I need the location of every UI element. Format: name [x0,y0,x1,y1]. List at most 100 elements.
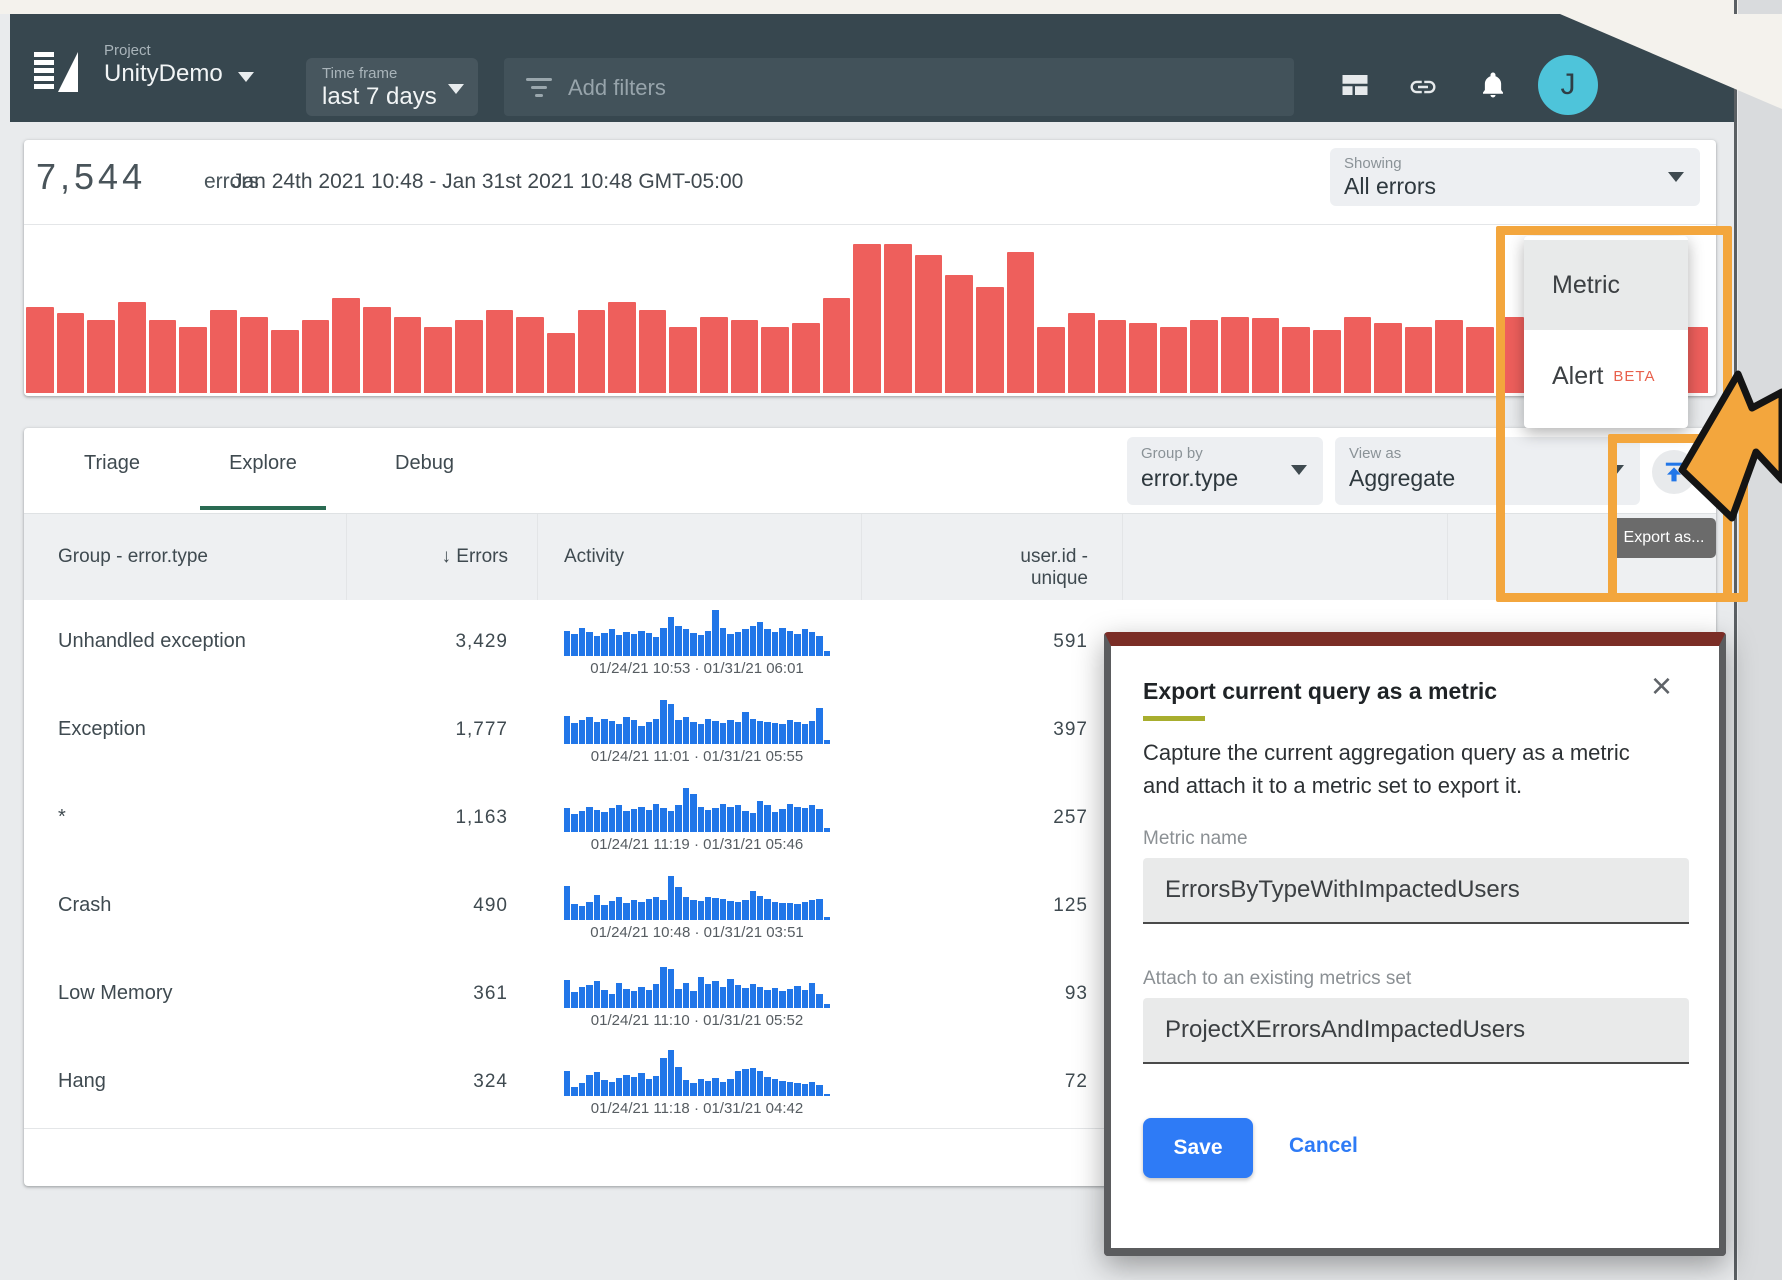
sparkline-bar [646,990,652,1008]
sparkline-bar [586,1075,592,1096]
sparkline-bar [824,828,830,832]
sparkline-bar [683,897,689,920]
sparkline-bar [802,629,808,656]
sparkline-bar [764,629,770,656]
sparkline-bar [594,895,600,920]
sparkline-bar [720,804,726,832]
cancel-button[interactable]: Cancel [1289,1134,1358,1158]
sparkline-bar [735,632,741,656]
menu-item-metric[interactable]: Metric [1524,240,1688,330]
col-header-users[interactable]: user.id - unique [964,546,1088,590]
col-header-errors[interactable]: ↓ Errors [384,546,508,568]
dashboard-icon[interactable] [1340,70,1370,100]
sparkline-bar [787,903,793,920]
sparkline-bar [720,628,726,656]
sparkline-bar [623,811,629,832]
sparkline-bar [660,900,666,920]
project-selector[interactable]: UnityDemo [104,60,223,88]
histogram-bar [700,317,728,393]
sparkline-bar [616,724,622,744]
sparkline-bar [609,1082,615,1096]
sparkline-bar [660,967,666,1008]
sparkline-bar [764,990,770,1008]
sparkline-bar [750,1068,756,1096]
sparkline-bar [683,629,689,656]
view-as-selector[interactable]: View as Aggregate [1335,437,1640,505]
showing-label: Showing [1344,155,1402,172]
project-label: Project [104,42,151,59]
sparkline-bar [802,990,808,1008]
sparkline-bar [772,902,778,920]
sparkline-bar [571,814,577,832]
filters-input[interactable] [566,58,1270,118]
attach-set-field[interactable] [1143,998,1689,1064]
sparkline-bar [779,628,785,656]
group-by-selector[interactable]: Group by error.type [1127,437,1323,505]
sparkline-bar [705,1081,711,1096]
tab-triage[interactable]: Triage [52,452,172,475]
save-button[interactable]: Save [1143,1118,1253,1178]
sparkline-bar [660,1058,666,1096]
histogram-bar [26,307,54,393]
sparkline-bar [779,724,785,744]
avatar[interactable]: J [1538,55,1598,115]
histogram-bar [486,310,514,393]
timeframe-selector[interactable]: Time frame last 7 days [306,58,478,116]
metric-name-field[interactable] [1143,858,1689,924]
histogram-bar [332,298,360,393]
tab-debug[interactable]: Debug [362,452,487,475]
sparkline-bar [616,635,622,656]
sparkline-bar [683,788,689,832]
histogram-bar [1129,323,1157,393]
sparkline-bar [742,900,748,920]
sparkline-bar [594,1072,600,1096]
sparkline-bar [623,717,629,744]
showing-selector[interactable]: Showing All errors [1330,148,1700,206]
sparkline-bar [579,906,585,920]
project-caret-icon[interactable] [238,72,254,82]
group-cell: Low Memory [58,982,172,1005]
errors-cell: 1,777 [384,719,508,741]
sparkline-bar [757,987,763,1008]
sparkline-bar [698,1079,704,1096]
activity-date-range: 01/24/21 11:18 · 01/31/21 04:42 [532,1100,862,1117]
histogram-bar [1252,318,1280,393]
sparkline-bar [653,719,659,744]
sparkline-bar [794,807,800,832]
histogram-bar [853,244,881,393]
histogram-bar [915,255,943,393]
window-edge-line [1734,0,1737,1280]
sparkline-bar [742,629,748,656]
histogram-bar [761,327,789,393]
sparkline-bar [571,992,577,1008]
sparkline-bar [809,1082,815,1096]
sparkline-bar [690,991,696,1008]
frame-top-strip [0,0,1782,14]
sparkline-bar [564,716,570,744]
sparkline-bar [764,899,770,920]
sparkline-bar [787,631,793,656]
errors-cell: 324 [384,1071,508,1093]
sparkline-bar [638,726,644,744]
bell-icon[interactable] [1478,69,1508,101]
sparkline-bar [816,809,822,832]
filters-bar[interactable] [504,58,1294,116]
col-header-activity[interactable]: Activity [564,546,624,568]
sparkline-bar [609,901,615,920]
tab-explore[interactable]: Explore [200,452,326,475]
sparkline-bar [705,810,711,832]
close-icon[interactable]: × [1651,668,1672,704]
link-icon[interactable] [1408,72,1438,102]
errors-cell: 490 [384,895,508,917]
sparkline-bar [586,985,592,1008]
sparkline-bar [712,610,718,656]
col-header-group[interactable]: Group - error.type [58,546,208,568]
histogram-bar [1160,327,1188,393]
sparkline-bar [824,917,830,920]
backtrace-logo[interactable] [30,48,82,96]
sparkline-bar [571,723,577,744]
sparkline-bar [660,808,666,832]
sparkline-bar [750,719,756,744]
sparkline-bar [712,981,718,1008]
activity-date-range: 01/24/21 11:01 · 01/31/21 05:55 [532,748,862,765]
